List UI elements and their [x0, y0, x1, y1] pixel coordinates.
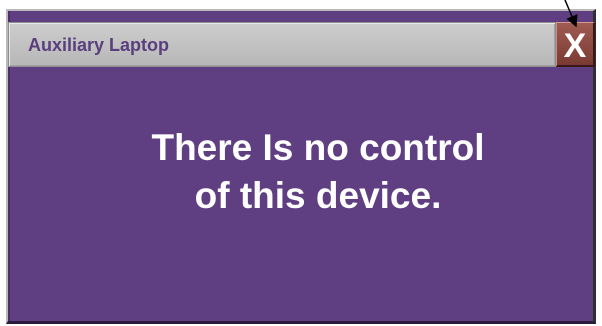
close-button[interactable]: X	[556, 22, 595, 67]
close-icon: X	[563, 26, 587, 65]
status-message-line-1: There Is no control	[151, 127, 485, 168]
status-message-line-2: of this device.	[194, 175, 442, 216]
window-title: Auxiliary Laptop	[28, 35, 170, 55]
screen: Auxiliary Laptop X There Is no control o…	[0, 0, 602, 326]
